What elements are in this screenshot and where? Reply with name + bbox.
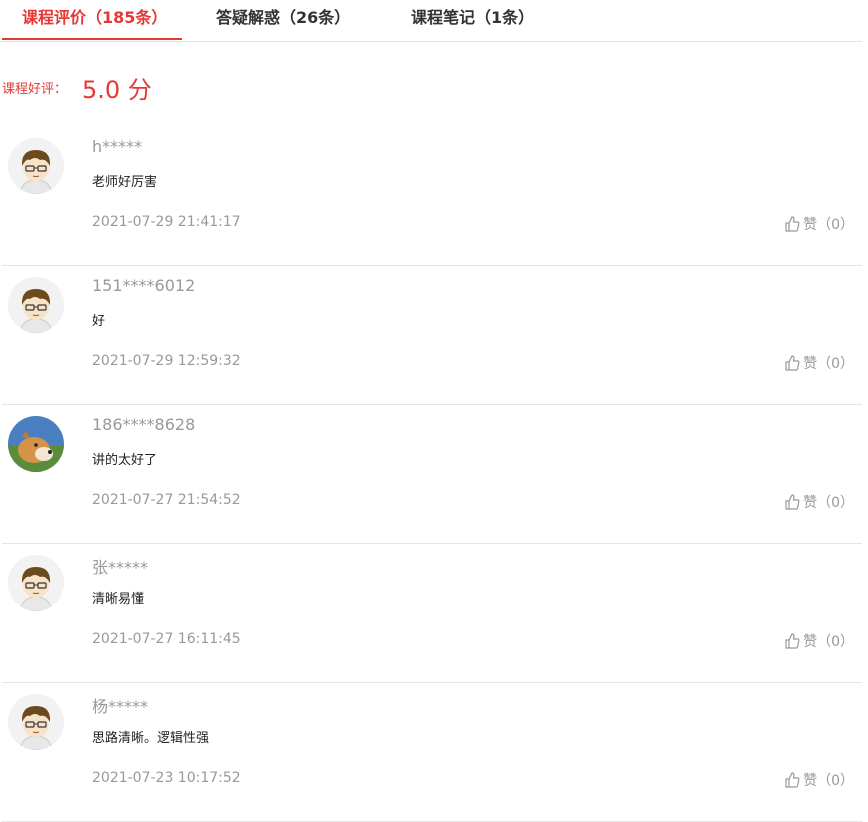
like-count: （0） bbox=[817, 634, 854, 650]
tab-notes[interactable]: 课程笔记（1条） bbox=[411, 0, 534, 40]
review-time: 2021-07-27 21:54:52 bbox=[92, 492, 241, 508]
thumbs-up-icon bbox=[785, 216, 800, 232]
like-label: 赞 bbox=[803, 217, 818, 233]
review-item: h***** 老师好厉害 2021-07-29 21:41:17 赞（0） bbox=[2, 126, 862, 266]
user-avatar[interactable] bbox=[8, 694, 64, 750]
review-username: 151****6012 bbox=[92, 276, 196, 295]
thumbs-up-icon bbox=[785, 494, 800, 510]
review-content: 思路清晰。逻辑性强 bbox=[92, 731, 210, 746]
review-item: 张***** 清晰易懂 2021-07-27 16:11:45 赞（0） bbox=[2, 543, 862, 683]
user-avatar[interactable] bbox=[8, 138, 64, 194]
user-avatar[interactable] bbox=[8, 555, 64, 611]
thumbs-up-icon bbox=[785, 772, 800, 788]
review-time: 2021-07-29 21:41:17 bbox=[92, 214, 241, 230]
like-count: （0） bbox=[817, 773, 854, 789]
review-username: h***** bbox=[92, 137, 143, 156]
like-count: （0） bbox=[817, 356, 854, 372]
like-button[interactable]: 赞（0） bbox=[784, 631, 854, 651]
like-button[interactable]: 赞（0） bbox=[784, 353, 854, 373]
review-item: 杨***** 思路清晰。逻辑性强 2021-07-23 10:17:52 赞（0… bbox=[2, 682, 862, 822]
review-content: 讲的太好了 bbox=[92, 453, 158, 468]
review-content: 清晰易懂 bbox=[92, 592, 145, 607]
user-avatar[interactable] bbox=[8, 277, 64, 333]
like-count: （0） bbox=[817, 217, 854, 233]
thumbs-up-icon bbox=[785, 355, 800, 371]
review-time: 2021-07-29 12:59:32 bbox=[92, 353, 241, 369]
review-item: 186****8628 讲的太好了 2021-07-27 21:54:52 赞（… bbox=[2, 404, 862, 544]
like-label: 赞 bbox=[803, 356, 818, 372]
rating-score: 5.0 分 bbox=[82, 76, 152, 104]
active-tab-indicator bbox=[2, 38, 182, 40]
rating-label: 课程好评： bbox=[2, 82, 68, 97]
like-count: （0） bbox=[817, 495, 854, 511]
tab-qa[interactable]: 答疑解惑（26条） bbox=[216, 0, 350, 40]
tab-bar: 课程评价（185条） 答疑解惑（26条） 课程笔记（1条） bbox=[0, 0, 862, 42]
like-label: 赞 bbox=[803, 634, 818, 650]
like-label: 赞 bbox=[803, 495, 818, 511]
review-content: 老师好厉害 bbox=[92, 175, 158, 190]
review-username: 186****8628 bbox=[92, 415, 196, 434]
like-button[interactable]: 赞（0） bbox=[784, 214, 854, 234]
review-time: 2021-07-23 10:17:52 bbox=[92, 770, 241, 786]
like-button[interactable]: 赞（0） bbox=[784, 770, 854, 790]
user-avatar[interactable] bbox=[8, 416, 64, 472]
review-time: 2021-07-27 16:11:45 bbox=[92, 631, 241, 647]
thumbs-up-icon bbox=[785, 633, 800, 649]
like-button[interactable]: 赞（0） bbox=[784, 492, 854, 512]
review-username: 张***** bbox=[92, 558, 149, 577]
review-content: 好 bbox=[92, 314, 106, 329]
review-username: 杨***** bbox=[92, 697, 149, 716]
like-label: 赞 bbox=[803, 773, 818, 789]
tab-course-reviews[interactable]: 课程评价（185条） bbox=[22, 0, 167, 40]
review-item: 151****6012 好 2021-07-29 12:59:32 赞（0） bbox=[2, 265, 862, 405]
